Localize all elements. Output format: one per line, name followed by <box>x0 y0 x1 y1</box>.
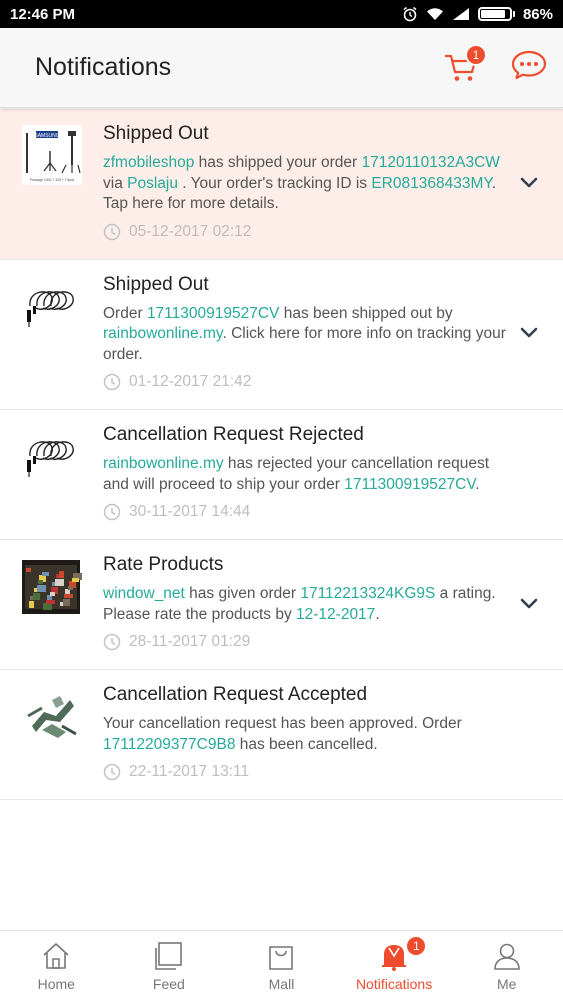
highlighted-link[interactable]: ER081368433MY <box>371 175 491 192</box>
timestamp-text: 05-12-2017 02:12 <box>129 222 252 240</box>
notification-item[interactable]: Rate Products window_net has given order … <box>0 540 563 670</box>
app-header: Notifications 1 <box>0 28 563 108</box>
notification-body: Order 1711300919527CV has been shipped o… <box>103 304 513 366</box>
nav-label: Mall <box>268 976 295 992</box>
page-title: Notifications <box>35 53 172 81</box>
body-text: . <box>475 475 480 493</box>
notification-item[interactable]: Cancellation Request Accepted Your cancel… <box>0 670 563 800</box>
clock-icon <box>103 763 121 781</box>
highlighted-link[interactable]: 12-12-2017 <box>296 606 375 623</box>
body-text: via <box>103 174 128 192</box>
nav-tab-notifications[interactable]: Notifications 1 <box>338 931 451 1000</box>
nav-label: Notifications <box>355 976 433 992</box>
battery-level: 86% <box>522 5 553 23</box>
notification-title: Shipped Out <box>103 123 209 144</box>
body-text: Order <box>103 304 147 322</box>
mall-icon <box>269 946 294 970</box>
status-time: 12:46 PM <box>10 5 76 23</box>
timestamp-text: 01-12-2017 21:42 <box>129 373 252 390</box>
lego-thumbnail <box>22 556 82 616</box>
chat-icon <box>511 50 547 80</box>
timestamp-text: 28-11-2017 01:29 <box>129 633 251 650</box>
highlighted-link[interactable]: 17112209377C9B8 <box>103 736 235 753</box>
highlighted-link[interactable]: zfmobileshop <box>103 154 194 171</box>
notification-body: window_net has given order 17112213324KG… <box>103 584 513 625</box>
highlighted-link[interactable]: 1711300919527CV <box>147 305 279 322</box>
notification-item[interactable]: Cancellation Request Rejected rainbowonli… <box>0 410 563 540</box>
highlighted-link[interactable]: rainbowonline.my <box>103 455 224 472</box>
selfie-stick-thumbnail: SAMSUNG Package 1000 + 329 + Tripod <box>22 125 82 185</box>
nav-tab-feed[interactable]: Feed <box>113 931 226 1000</box>
notification-timestamp: 28-11-2017 01:29 <box>103 633 513 651</box>
notification-list: SAMSUNG Package 1000 + 329 + Tripod Shippe… <box>0 109 563 930</box>
clock-icon <box>103 373 121 391</box>
highlighted-link[interactable]: window_net <box>103 585 185 602</box>
notification-count-badge: 1 <box>405 935 428 957</box>
chevron-down-icon[interactable] <box>519 326 539 340</box>
body-text: has given order <box>184 585 301 602</box>
highlighted-link[interactable]: 17120110132A3CW <box>361 154 499 171</box>
notification-timestamp: 05-12-2017 02:12 <box>103 223 513 241</box>
body-text: . Your order's tracking ID is <box>177 174 372 192</box>
signal-icon <box>452 7 470 21</box>
timestamp-text: 30-11-2017 14:44 <box>129 503 251 520</box>
notification-title: Rate Products <box>103 554 224 575</box>
highlighted-link[interactable]: 1711300919527CV <box>344 476 475 493</box>
notification-title: Cancellation Request Accepted <box>103 684 368 705</box>
svg-text:Package 1000 + 329 + Tripod: Package 1000 + 329 + Tripod <box>30 178 75 182</box>
svg-text:SAMSUNG: SAMSUNG <box>34 133 59 139</box>
nav-label: Feed <box>152 976 185 992</box>
timestamp-text: 22-11-2017 13:11 <box>129 763 250 780</box>
cart-count-badge: 1 <box>465 43 487 66</box>
chevron-down-icon[interactable] <box>519 176 539 190</box>
body-text: . <box>375 605 380 623</box>
body-text: has shipped your order <box>194 154 362 171</box>
highlighted-link[interactable]: rainbowonline.my <box>103 325 222 342</box>
notification-timestamp: 01-12-2017 21:42 <box>103 373 513 391</box>
body-text: has been shipped out by <box>279 304 453 322</box>
body-text: Your cancellation request has been appro… <box>103 715 462 732</box>
nav-label: Home <box>37 976 75 992</box>
chevron-down-icon[interactable] <box>519 597 539 611</box>
notification-title: Shipped Out <box>103 273 209 295</box>
notification-body: Your cancellation request has been appro… <box>103 714 513 755</box>
notification-timestamp: 30-11-2017 14:44 <box>103 503 513 521</box>
highlighted-link[interactable]: 17112213324KG9S <box>300 585 435 602</box>
alarm-icon <box>402 6 418 22</box>
body-text: has been cancelled. <box>235 735 378 753</box>
nav-tab-home[interactable]: Home <box>0 931 113 1000</box>
nav-tab-me[interactable]: Me <box>450 931 563 1000</box>
notification-title: Cancellation Request Rejected <box>103 424 364 445</box>
profile-icon <box>493 943 520 970</box>
robot-toy-thumbnail <box>22 686 82 746</box>
notification-body: zfmobileshop has shipped your order 1712… <box>103 153 513 215</box>
bottom-nav: Home Feed Mall Notifications 1 Me <box>0 930 563 1000</box>
status-bar: 12:46 PM 86% <box>0 0 563 28</box>
notification-timestamp: 22-11-2017 13:11 <box>103 763 513 781</box>
wifi-icon <box>426 7 444 21</box>
nav-tab-mall[interactable]: Mall <box>225 931 338 1000</box>
cable-thumbnail <box>22 275 82 336</box>
nav-label: Me <box>496 976 517 992</box>
clock-icon <box>103 223 121 240</box>
battery-icon <box>477 7 515 21</box>
notification-item[interactable]: Shipped Out Order 1711300919527CV has bee… <box>0 260 563 410</box>
clock-icon <box>103 503 121 521</box>
chat-button[interactable] <box>511 50 547 85</box>
home-icon <box>43 943 69 969</box>
cart-button[interactable]: 1 <box>441 43 487 88</box>
feed-icon <box>155 942 182 970</box>
notification-body: rainbowonline.my has rejected your cance… <box>103 454 513 495</box>
notification-item[interactable]: SAMSUNG Package 1000 + 329 + Tripod Shippe… <box>0 109 563 260</box>
cable-thumbnail <box>22 426 82 486</box>
highlighted-link[interactable]: Poslaju <box>127 175 178 192</box>
clock-icon <box>103 633 121 651</box>
